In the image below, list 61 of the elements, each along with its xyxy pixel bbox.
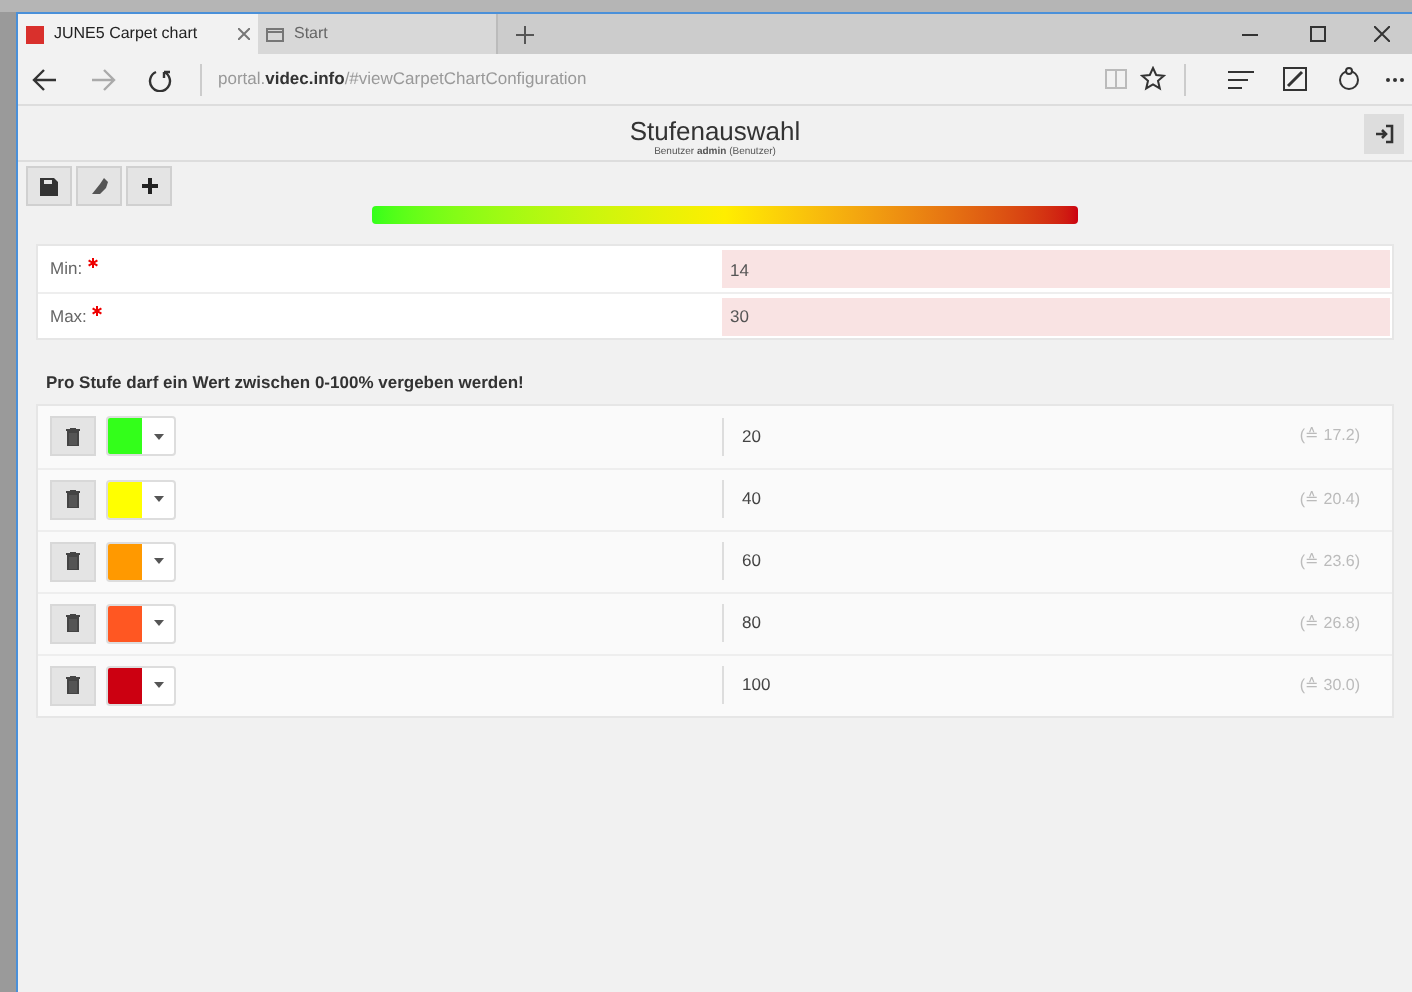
browser-tab[interactable]: JUNE5 Carpet chart xyxy=(18,14,258,54)
notice-text: Pro Stufe darf ein Wert zwischen 0-100% vergeben werden! xyxy=(46,370,526,396)
field-label: Max: xyxy=(38,303,722,329)
delete-button[interactable] xyxy=(50,479,96,520)
stage-value: 60 xyxy=(742,548,763,575)
equivalent-value: (≙ 23.6) xyxy=(1299,549,1360,574)
star-icon[interactable] xyxy=(1140,66,1166,92)
eraser-icon xyxy=(89,176,109,196)
equivalent-value: (≙ 17.2) xyxy=(1299,424,1360,449)
caret-icon xyxy=(153,682,163,689)
number-field[interactable]: 14 xyxy=(722,250,1390,288)
equivalent-value: (≙ 26.8) xyxy=(1299,611,1360,636)
browser-tab[interactable]: Start xyxy=(258,14,498,54)
logout-button[interactable] xyxy=(1364,114,1404,154)
tab-label: Start xyxy=(294,22,330,46)
number-field[interactable]: 30 xyxy=(722,297,1390,335)
save-icon xyxy=(40,177,58,195)
color-picker[interactable] xyxy=(106,416,176,457)
field-label: Min: xyxy=(38,256,722,282)
address-field[interactable]: portal.videc.info/#viewCarpetChartConfiguration xyxy=(218,66,587,92)
refresh-icon[interactable] xyxy=(148,67,172,91)
new-tab-icon[interactable] xyxy=(515,25,533,43)
minimize-icon[interactable] xyxy=(1242,33,1258,35)
delete-button[interactable] xyxy=(50,665,96,706)
trash-icon xyxy=(66,676,80,695)
trash-icon xyxy=(66,490,80,509)
back-icon[interactable] xyxy=(32,67,58,91)
stage-value: 100 xyxy=(742,672,773,699)
clear-button[interactable] xyxy=(76,166,122,206)
color-picker[interactable] xyxy=(106,603,176,644)
trash-icon xyxy=(66,552,80,571)
color-picker[interactable] xyxy=(106,665,176,706)
close-tab-icon[interactable] xyxy=(238,28,250,40)
caret-icon xyxy=(153,496,163,503)
stage-value: 80 xyxy=(742,610,763,637)
stage-value: 20 xyxy=(742,423,763,450)
delete-button[interactable] xyxy=(50,416,96,457)
caret-icon xyxy=(153,620,163,627)
stage-value: 40 xyxy=(742,486,763,513)
trash-icon xyxy=(66,427,80,446)
equivalent-value: (≙ 20.4) xyxy=(1299,487,1360,512)
page-title: Stufenauswahl xyxy=(629,118,801,146)
app-logo-icon xyxy=(26,25,44,43)
note-icon[interactable] xyxy=(1282,66,1308,92)
delete-button[interactable] xyxy=(50,541,96,582)
caret-icon xyxy=(153,433,163,440)
delete-button[interactable] xyxy=(50,603,96,644)
trash-icon xyxy=(66,614,80,633)
caret-icon xyxy=(153,558,163,565)
color-picker[interactable] xyxy=(106,479,176,520)
menu-icon[interactable] xyxy=(1228,69,1254,89)
save-button[interactable] xyxy=(26,166,72,206)
equivalent-value: (≙ 30.0) xyxy=(1299,673,1360,698)
color-picker[interactable] xyxy=(106,541,176,582)
logout-icon xyxy=(1374,124,1394,144)
share-icon[interactable] xyxy=(1336,66,1362,92)
tab-label: JUNE5 Carpet chart xyxy=(54,22,200,46)
close-icon[interactable] xyxy=(1374,26,1390,42)
add-button[interactable] xyxy=(126,166,172,206)
plus-icon xyxy=(141,178,157,194)
window-icon xyxy=(266,27,284,41)
